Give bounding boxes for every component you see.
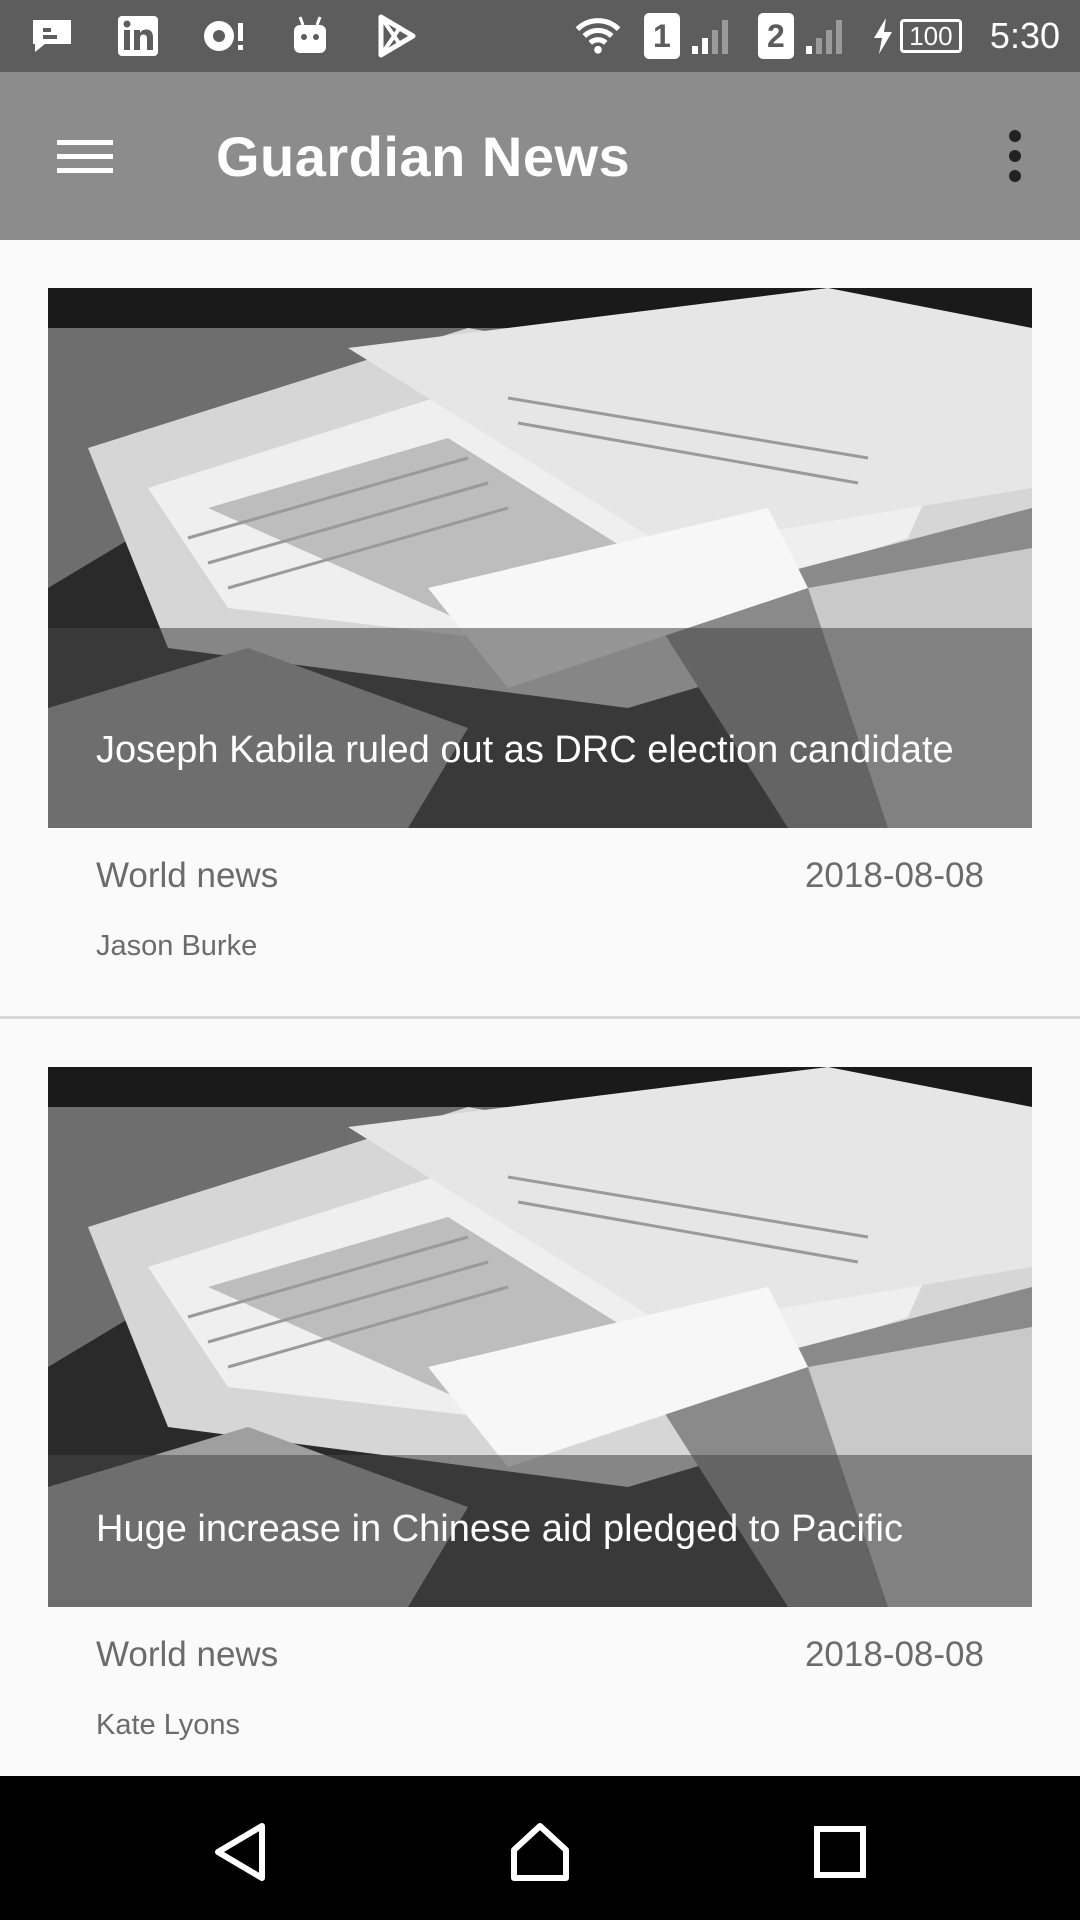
article-image: Huge increase in Chinese aid pledged to … [48,1067,1032,1607]
article-card[interactable]: Joseph Kabila ruled out as DRC election … [0,240,1080,1016]
article-section: World news [96,856,279,895]
article-date: 2018-08-08 [804,856,984,895]
signal-icon [691,20,728,54]
sim2-badge: 2 [757,13,794,59]
article-list[interactable]: Joseph Kabila ruled out as DRC election … [0,240,1080,1776]
sim1-badge: 1 [643,13,680,59]
message-icon [28,12,76,60]
battery-level: 100 [899,19,962,53]
play-store-icon [372,12,420,60]
page-title: Guardian News [216,125,631,188]
status-bar: 1 2 100 5:30 [0,0,1080,72]
system-nav-bar [0,1776,1080,1920]
android-icon [286,12,334,60]
menu-button[interactable] [40,116,130,196]
article-author: Jason Burke [96,930,258,962]
more-options-button[interactable] [990,116,1040,196]
article-image: Joseph Kabila ruled out as DRC election … [48,288,1032,828]
charging-icon [873,18,892,54]
signal-icon [805,20,842,54]
article-section: World news [96,1635,279,1674]
sim2-signal: 2 [757,13,850,59]
clock: 5:30 [989,15,1060,56]
more-vert-icon [1009,130,1021,142]
notification-icons [28,12,420,60]
recents-button[interactable] [800,1812,880,1892]
linkedin-icon [114,12,162,60]
app-toolbar: Guardian News [0,72,1080,240]
recents-icon [814,1826,866,1878]
back-icon [215,1823,265,1881]
headline-overlay: Huge increase in Chinese aid pledged to … [48,1455,1032,1607]
article-card[interactable]: Huge increase in Chinese aid pledged to … [0,1019,1080,1776]
system-status: 1 2 100 5:30 [574,12,1060,60]
headline-overlay: Joseph Kabila ruled out as DRC election … [48,628,1032,828]
home-icon [511,1823,569,1881]
article-headline[interactable]: Huge increase in Chinese aid pledged to … [96,1505,972,1553]
battery-indicator: 100 [872,17,962,55]
article-author: Kate Lyons [96,1709,241,1741]
back-button[interactable] [200,1812,280,1892]
hamburger-icon [57,131,113,182]
article-date: 2018-08-08 [804,1635,984,1674]
sim1-signal: 1 [643,13,736,59]
record-icon [200,12,248,60]
home-button[interactable] [500,1812,580,1892]
wifi-icon [574,12,622,60]
article-headline[interactable]: Joseph Kabila ruled out as DRC election … [96,726,972,774]
